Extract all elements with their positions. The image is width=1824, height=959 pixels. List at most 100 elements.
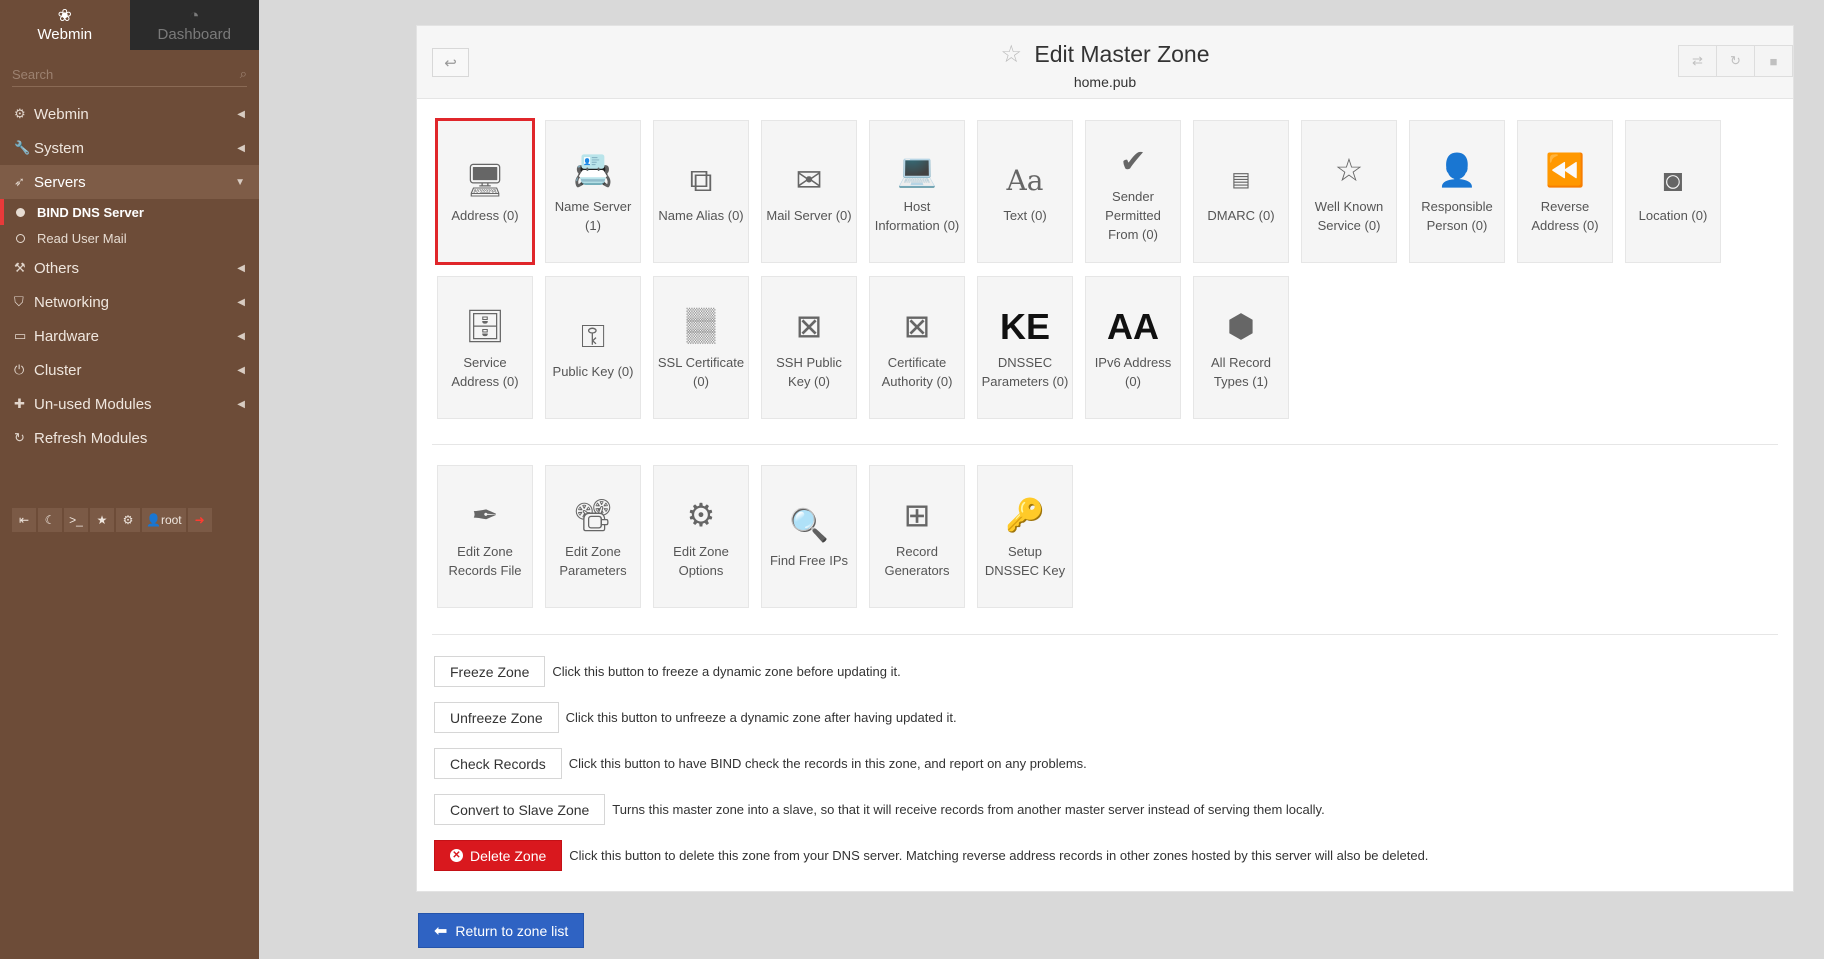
- zone-tool-tile[interactable]: ✒ Edit Zone Records File: [437, 465, 533, 608]
- gold-key-icon: 🔑: [1005, 497, 1045, 533]
- chevron-left-icon: ◀: [237, 364, 245, 376]
- sidebar-item-refresh-modules[interactable]: ↻ Refresh Modules: [0, 421, 259, 455]
- logout-icon[interactable]: ➜: [187, 508, 212, 532]
- sync-icon[interactable]: ⇄: [1678, 45, 1717, 77]
- sidebar-item-label: Cluster: [34, 361, 82, 379]
- webmin-tab[interactable]: ❀ Webmin: [0, 0, 130, 50]
- aa-icon: AA: [1107, 306, 1159, 347]
- sidebar-nav: ⚙ Webmin ◀ 🔧 System ◀ ➶ Servers ▼ BIND D…: [0, 97, 259, 455]
- action-description: Click this button to have BIND check the…: [568, 756, 1087, 771]
- user-root-button[interactable]: 👤 root: [142, 508, 186, 532]
- zone-name: home.pub: [1073, 74, 1137, 90]
- close-circle-icon: ✕: [450, 849, 463, 862]
- stop-icon[interactable]: ■: [1754, 45, 1793, 77]
- page-title: Edit Master Zone: [1034, 41, 1210, 67]
- sidebar-subitem-bind-dns-server[interactable]: BIND DNS Server: [0, 199, 259, 225]
- freeze-zone-button[interactable]: Freeze Zone: [434, 656, 546, 687]
- radio-filled-icon: [16, 207, 25, 217]
- divider: [432, 634, 1778, 635]
- puzzle-icon: ✚: [14, 396, 25, 411]
- panel-header: ↩ ☆ Edit Master Zone home.pub ⇄ ↻ ■: [417, 26, 1793, 99]
- sidebar-subitem-read-user-mail[interactable]: Read User Mail: [0, 225, 259, 251]
- sidebar-item-hardware[interactable]: ▭ Hardware ◀: [0, 319, 259, 353]
- sidebar-item-label: Hardware: [34, 327, 100, 345]
- zone-tool-tile[interactable]: 📽 Edit Zone Parameters: [545, 465, 641, 608]
- zone-tool-tile[interactable]: 🔍 Find Free IPs: [761, 465, 857, 608]
- sidebar-item-unused-modules[interactable]: ✚ Un-used Modules ◀: [0, 387, 259, 421]
- record-type-tile[interactable]: 💻 Host Information (0): [869, 120, 965, 263]
- record-type-label: IPv6 Address (0): [1094, 354, 1172, 389]
- dashboard-icon: ◔: [189, 6, 200, 25]
- gear-icon: ⚙: [14, 106, 26, 121]
- record-type-tile[interactable]: AA IPv6 Address (0): [1085, 276, 1181, 419]
- record-type-label: Reverse Address (0): [1531, 198, 1599, 233]
- title-wrap: ☆ Edit Master Zone home.pub: [417, 40, 1793, 90]
- delete-zone-button[interactable]: ✕ Delete Zone: [434, 840, 563, 871]
- record-type-tile[interactable]: ⊠ SSH Public Key (0): [761, 276, 857, 419]
- record-type-label: Service Address (0): [451, 354, 519, 389]
- record-type-tile[interactable]: 📇 Name Server (1): [545, 120, 641, 263]
- broken-image-icon: ⊠: [795, 308, 823, 344]
- sidebar-item-label: Others: [34, 259, 80, 277]
- favorite-star-icon[interactable]: ☆: [1000, 41, 1022, 68]
- sidebar-item-networking[interactable]: ⛉ Networking ◀: [0, 285, 259, 319]
- refresh-icon: ↻: [14, 430, 25, 445]
- collapse-sidebar-icon[interactable]: ⇤: [12, 508, 36, 532]
- record-type-label: Certificate Authority (0): [881, 354, 953, 389]
- dashboard-tab[interactable]: ◔ Dashboard: [129, 0, 259, 50]
- page-title-row: ☆ Edit Master Zone: [417, 40, 1793, 69]
- hdd-icon: ▭: [14, 328, 27, 343]
- record-type-label: Text (0): [1003, 208, 1047, 223]
- sidebar-item-system[interactable]: 🔧 System ◀: [0, 131, 259, 165]
- sidebar-search[interactable]: Search ⌕: [12, 62, 247, 87]
- search-icon: ⌕: [239, 66, 247, 81]
- sidebar-item-webmin[interactable]: ⚙ Webmin ◀: [0, 97, 259, 131]
- convert-to-slave-button[interactable]: Convert to Slave Zone: [434, 794, 606, 825]
- card-icon: 📇: [573, 152, 613, 188]
- record-type-label: Host Information (0): [874, 198, 960, 233]
- computer-icon: 🖥: [464, 161, 506, 198]
- terminal-icon[interactable]: >_: [64, 508, 88, 532]
- sidebar-item-cluster[interactable]: ⏻ Cluster ◀: [0, 353, 259, 387]
- return-to-zone-list-button[interactable]: ⬅ Return to zone list: [418, 913, 585, 948]
- reload-icon[interactable]: ↻: [1716, 45, 1755, 77]
- record-type-tile[interactable]: Aa Text (0): [977, 120, 1073, 263]
- divider: [432, 444, 1778, 445]
- wrench-icon: 🔧: [14, 140, 31, 155]
- record-type-tile[interactable]: ◙ Location (0): [1625, 120, 1721, 263]
- zone-tool-tile[interactable]: ⚙ Edit Zone Options: [653, 465, 749, 608]
- record-type-tile[interactable]: 🖥 Address (0): [435, 118, 535, 265]
- server-icon: 🗄: [464, 308, 506, 344]
- dmarc-icon: ▤: [1231, 168, 1251, 191]
- sidebar-item-label: Networking: [34, 293, 110, 311]
- sidebar-item-others[interactable]: ⚒ Others ◀: [0, 251, 259, 285]
- power-icon: ⏻: [14, 362, 25, 377]
- projector-icon: 📽: [572, 497, 614, 533]
- record-type-tile[interactable]: ⧉ Name Alias (0): [653, 120, 749, 263]
- favorites-star-icon[interactable]: ★: [90, 508, 114, 532]
- sidebar-item-label: Webmin: [34, 105, 89, 123]
- record-types-row-1: 🖥 Address (0) 📇 Name Server (1) ⧉ Name A…: [435, 118, 1721, 265]
- record-type-tile[interactable]: 👤 Responsible Person (0): [1409, 120, 1505, 263]
- record-type-tile[interactable]: ⬢ All Record Types (1): [1193, 276, 1289, 419]
- zone-tool-tile[interactable]: ⊞ Record Generators: [869, 465, 965, 608]
- record-type-tile[interactable]: ✔ Sender Permitted From (0): [1085, 120, 1181, 263]
- record-type-tile[interactable]: ⚿ Public Key (0): [545, 276, 641, 419]
- chevron-left-icon: ◀: [237, 108, 245, 120]
- settings-cogs-icon[interactable]: ⚙: [116, 508, 140, 532]
- record-type-tile[interactable]: ✉ Mail Server (0): [761, 120, 857, 263]
- record-type-tile[interactable]: ⊠ Certificate Authority (0): [869, 276, 965, 419]
- zone-tool-label: Setup DNSSEC Key: [984, 543, 1066, 578]
- night-mode-icon[interactable]: ☾: [38, 508, 62, 532]
- record-type-tile[interactable]: ☆ Well Known Service (0): [1301, 120, 1397, 263]
- sidebar-item-servers[interactable]: ➶ Servers ▼: [0, 165, 259, 199]
- action-row-convert: Convert to Slave Zone Turns this master …: [434, 794, 1325, 825]
- record-type-tile[interactable]: ⏪ Reverse Address (0): [1517, 120, 1613, 263]
- unfreeze-zone-button[interactable]: Unfreeze Zone: [434, 702, 559, 733]
- check-records-button[interactable]: Check Records: [434, 748, 562, 779]
- record-type-tile[interactable]: ▤ DMARC (0): [1193, 120, 1289, 263]
- record-type-tile[interactable]: 🗄 Service Address (0): [437, 276, 533, 419]
- zone-tool-tile[interactable]: 🔑 Setup DNSSEC Key: [977, 465, 1073, 608]
- record-type-tile[interactable]: KE DNSSEC Parameters (0): [977, 276, 1073, 419]
- record-type-tile[interactable]: ▒▒▒▒ ▒▒▒▒ ▒▒▒▒ SSL Certificate (0): [653, 276, 749, 419]
